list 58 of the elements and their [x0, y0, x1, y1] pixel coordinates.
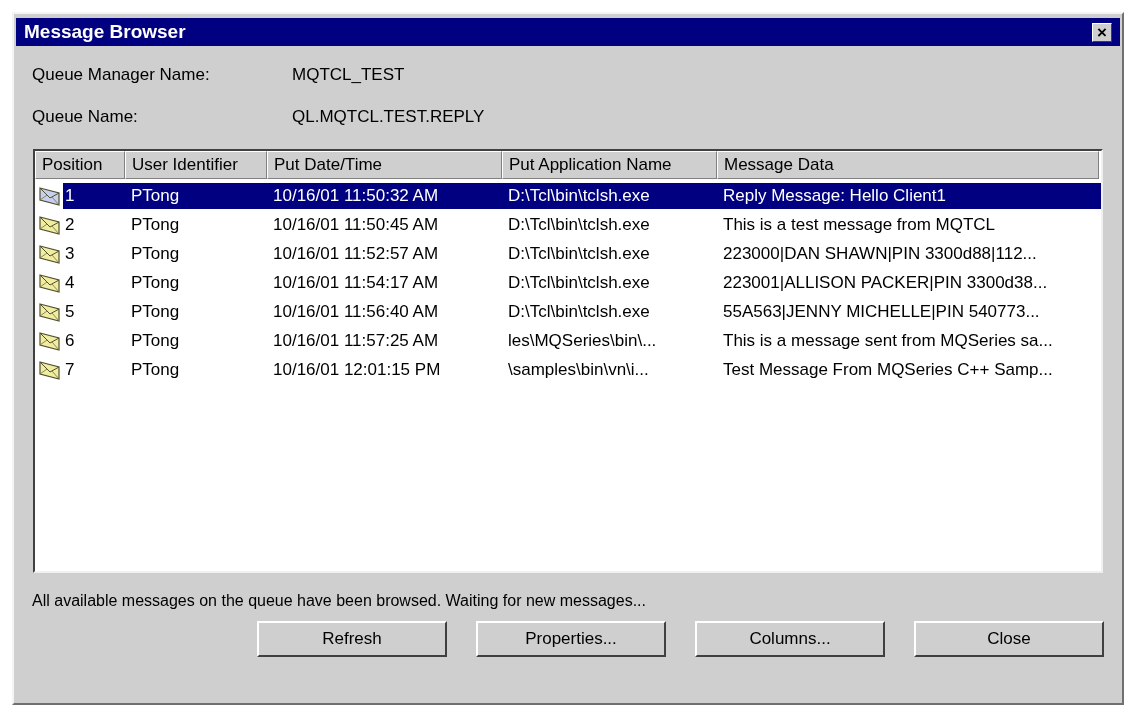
- table-cell-text: 10/16/01 12:01:15 PM: [272, 358, 442, 381]
- table-cell-text: D:\Tcl\bin\tclsh.exe: [507, 271, 651, 294]
- table-cell-text: Test Message From MQSeries C++ Samp...: [722, 358, 1054, 381]
- dialog-button[interactable]: Close: [914, 621, 1104, 657]
- window-title: Message Browser: [24, 19, 186, 44]
- table-cell-text: 7: [64, 358, 76, 381]
- table-cell-text: \samples\bin\vn\i...: [507, 358, 650, 381]
- envelope-icon: [38, 271, 62, 294]
- table-cell-text: PTong: [130, 300, 181, 323]
- table-cell: D:\Tcl\bin\tclsh.exe: [502, 182, 717, 209]
- dialog-button[interactable]: Properties...: [476, 621, 666, 657]
- column-header[interactable]: Message Data: [717, 151, 1099, 179]
- table-cell-text: 55A563|JENNY MICHELLE|PIN 540773...: [722, 300, 1041, 323]
- table-cell-text: 4: [64, 271, 76, 294]
- table-cell-text: 6: [64, 329, 76, 352]
- table-cell-text: 3: [64, 242, 76, 265]
- table-cell: PTong: [125, 182, 267, 209]
- table-cell: 1: [63, 182, 125, 209]
- table-cell-text: 223000|DAN SHAWN|PIN 3300d88|112...: [722, 242, 1038, 265]
- envelope-icon: [38, 329, 62, 352]
- column-header[interactable]: Position: [35, 151, 125, 179]
- column-header[interactable]: User Identifier: [125, 151, 267, 179]
- envelope-icon: [38, 358, 62, 381]
- envelope-icon: [38, 184, 62, 207]
- table-cell-text: 10/16/01 11:57:25 AM: [272, 329, 440, 352]
- table-cell: Reply Message: Hello Client1: [717, 182, 1101, 209]
- table-cell-text: les\MQSeries\bin\...: [507, 329, 658, 352]
- column-header[interactable]: Put Date/Time: [267, 151, 502, 179]
- table-cell-text: D:\Tcl\bin\tclsh.exe: [507, 242, 651, 265]
- table-cell-text: D:\Tcl\bin\tclsh.exe: [507, 300, 651, 323]
- dialog-button[interactable]: Columns...: [695, 621, 885, 657]
- table-cell-text: 10/16/01 11:52:57 AM: [272, 242, 440, 265]
- close-button[interactable]: ×: [1092, 22, 1112, 42]
- table-cell-text: 10/16/01 11:56:40 AM: [272, 300, 440, 323]
- table-cell-text: 223001|ALLISON PACKER|PIN 3300d38...: [722, 271, 1049, 294]
- dialog-button[interactable]: Refresh: [257, 621, 447, 657]
- table-cell-text: 10/16/01 11:50:45 AM: [272, 213, 440, 236]
- table-cell-text: PTong: [130, 242, 181, 265]
- table-cell-text: 10/16/01 11:54:17 AM: [272, 271, 440, 294]
- table-cell-text: This is a test message from MQTCL: [722, 213, 997, 236]
- table-cell-text: PTong: [130, 329, 181, 352]
- envelope-icon: [38, 300, 62, 323]
- field-label: Queue Name:: [32, 105, 139, 128]
- field-value: MQTCL_TEST: [292, 64, 405, 86]
- table-cell-text: 2: [64, 213, 76, 236]
- envelope-icon: [38, 242, 62, 265]
- status-text: All available messages on the queue have been browsed. Waiting for new messages...: [32, 591, 647, 611]
- field-label: Queue Manager Name:: [32, 64, 211, 86]
- table-cell-text: PTong: [130, 271, 181, 294]
- table-cell-text: PTong: [130, 213, 181, 236]
- field-value: QL.MQTCL.TEST.REPLY: [292, 105, 485, 128]
- table-cell-text: PTong: [130, 358, 181, 381]
- table-cell-text: 5: [64, 300, 76, 323]
- envelope-icon: [38, 213, 62, 236]
- table-cell-text: D:\Tcl\bin\tclsh.exe: [507, 213, 651, 236]
- column-header[interactable]: Put Application Name: [502, 151, 717, 179]
- table-cell: 10/16/01 11:50:32 AM: [267, 182, 502, 209]
- table-cell-text: This is a message sent from MQSeries sa...: [722, 329, 1054, 352]
